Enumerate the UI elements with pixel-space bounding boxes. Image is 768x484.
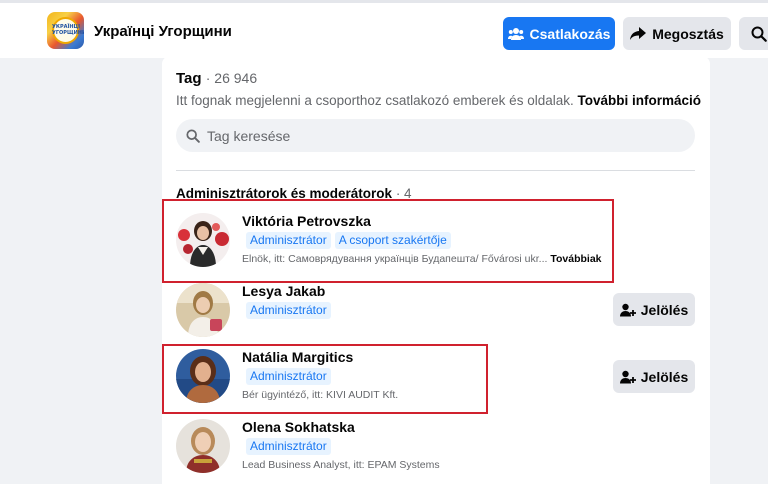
group-header-bar: УКРАЇНЦІ УГОРЩИНИ Українці Угорщини Csat… — [0, 0, 768, 58]
search-button[interactable] — [739, 17, 768, 50]
search-icon — [751, 26, 767, 42]
members-title-text: Tag — [176, 70, 202, 87]
more-info-link[interactable]: További információ — [578, 93, 702, 108]
admins-count: · 4 — [395, 186, 412, 201]
member-name[interactable]: Olena Sokhatska — [242, 419, 355, 435]
member-badges: Adminisztrátor — [246, 438, 331, 455]
share-button[interactable]: Megosztás — [623, 17, 731, 50]
nominate-button[interactable]: Jelölés — [613, 293, 695, 326]
member-name[interactable]: Viktória Petrovszka — [242, 213, 371, 229]
member-row[interactable]: Olena Sokhatska Adminisztrátor Lead Busi… — [176, 419, 695, 475]
member-search-input[interactable] — [207, 127, 667, 144]
group-logo-text: УКРАЇНЦІ УГОРЩИНИ — [52, 24, 84, 36]
member-row[interactable]: Natália Margitics Adminisztrátor Bér ügy… — [176, 349, 695, 405]
join-button[interactable]: Csatlakozás — [503, 17, 615, 50]
members-count: · 26 946 — [205, 70, 258, 86]
avatar[interactable] — [176, 419, 230, 473]
member-search[interactable] — [176, 119, 695, 152]
admin-badge: Adminisztrátor — [246, 302, 331, 319]
member-badges: Adminisztrátor — [246, 368, 331, 385]
members-title: Tag · 26 946 — [176, 70, 257, 87]
members-subtitle: Itt fognak megjelenni a csoporthoz csatl… — [176, 93, 701, 108]
share-arrow-icon — [630, 26, 647, 40]
member-badges: Adminisztrátor — [246, 302, 331, 319]
avatar[interactable] — [176, 213, 230, 267]
member-description: Lead Business Analyst, itt: EPAM Systems — [242, 459, 440, 471]
admins-heading-text: Adminisztrátorok és moderátorok — [176, 186, 393, 201]
share-label: Megosztás — [652, 25, 724, 42]
avatar[interactable] — [176, 349, 230, 403]
member-badges: Adminisztrátor A csoport szakértője — [246, 232, 451, 249]
search-icon — [186, 128, 200, 143]
members-card: Tag · 26 946 Itt fognak megjelenni a cso… — [162, 56, 710, 484]
group-logo[interactable]: УКРАЇНЦІ УГОРЩИНИ — [47, 12, 84, 49]
admins-heading: Adminisztrátorok és moderátorok · 4 — [176, 186, 412, 201]
add-person-icon — [619, 370, 636, 383]
member-description-text: Elnök, itt: Самоврядування українців Буд… — [242, 253, 548, 265]
join-label: Csatlakozás — [529, 25, 611, 42]
member-row[interactable]: Viktória Petrovszka Adminisztrátor A cso… — [176, 213, 695, 269]
group-name[interactable]: Українці Угорщини — [94, 23, 232, 40]
nominate-button[interactable]: Jelölés — [613, 360, 695, 393]
admin-badge: Adminisztrátor — [246, 368, 331, 385]
people-icon — [507, 27, 524, 40]
admin-badge: Adminisztrátor — [246, 232, 331, 249]
nominate-label: Jelölés — [640, 368, 689, 385]
member-description: Elnök, itt: Самоврядування українців Буд… — [242, 253, 602, 265]
members-subtitle-text: Itt fognak megjelenni a csoporthoz csatl… — [176, 93, 574, 108]
avatar[interactable] — [176, 283, 230, 337]
add-person-icon — [619, 303, 636, 316]
member-row[interactable]: Lesya Jakab Adminisztrátor Jelölés — [176, 283, 695, 339]
member-name[interactable]: Natália Margitics — [242, 349, 353, 365]
nominate-label: Jelölés — [640, 301, 689, 318]
expert-badge: A csoport szakértője — [334, 232, 451, 249]
member-description: Bér ügyintéző, itt: KIVI AUDIT Kft. — [242, 389, 399, 401]
section-divider — [176, 170, 695, 171]
member-name[interactable]: Lesya Jakab — [242, 283, 325, 299]
see-more-link[interactable]: Továbbiak — [550, 253, 601, 265]
admin-badge: Adminisztrátor — [246, 438, 331, 455]
